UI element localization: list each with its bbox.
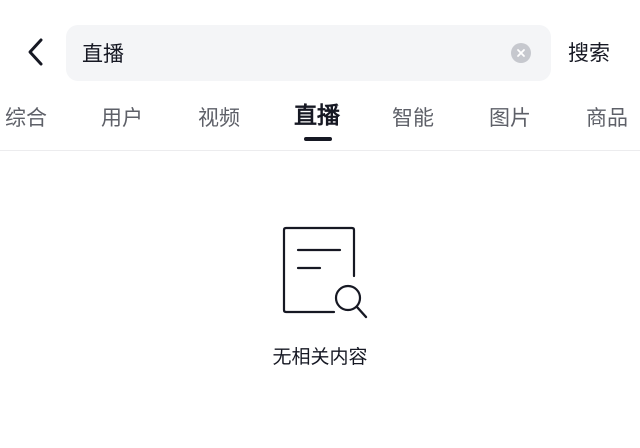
search-results-page: 搜索 综合 用户 视频 直播 智能 图片 商品 无相关内容 xyxy=(0,0,640,448)
chevron-left-icon xyxy=(28,38,43,66)
active-tab-indicator xyxy=(304,137,332,141)
search-box[interactable] xyxy=(66,25,551,81)
tab-products[interactable]: 商品 xyxy=(586,103,628,133)
clear-icon xyxy=(517,49,525,57)
back-button[interactable] xyxy=(14,30,58,74)
tab-users[interactable]: 用户 xyxy=(101,103,143,133)
tab-videos[interactable]: 视频 xyxy=(198,103,240,133)
tab-live[interactable]: 直播 xyxy=(294,101,340,131)
tab-comprehensive[interactable]: 综合 xyxy=(5,103,47,133)
document-search-icon xyxy=(282,226,368,319)
search-button[interactable]: 搜索 xyxy=(568,38,610,68)
result-tabs: 综合 用户 视频 直播 智能 图片 商品 xyxy=(0,96,640,151)
tab-smart[interactable]: 智能 xyxy=(392,103,434,133)
search-header: 搜索 xyxy=(0,0,640,96)
tab-images[interactable]: 图片 xyxy=(489,103,531,133)
empty-state-message: 无相关内容 xyxy=(272,346,368,368)
clear-search-button[interactable] xyxy=(511,43,531,63)
search-input[interactable] xyxy=(82,25,502,81)
